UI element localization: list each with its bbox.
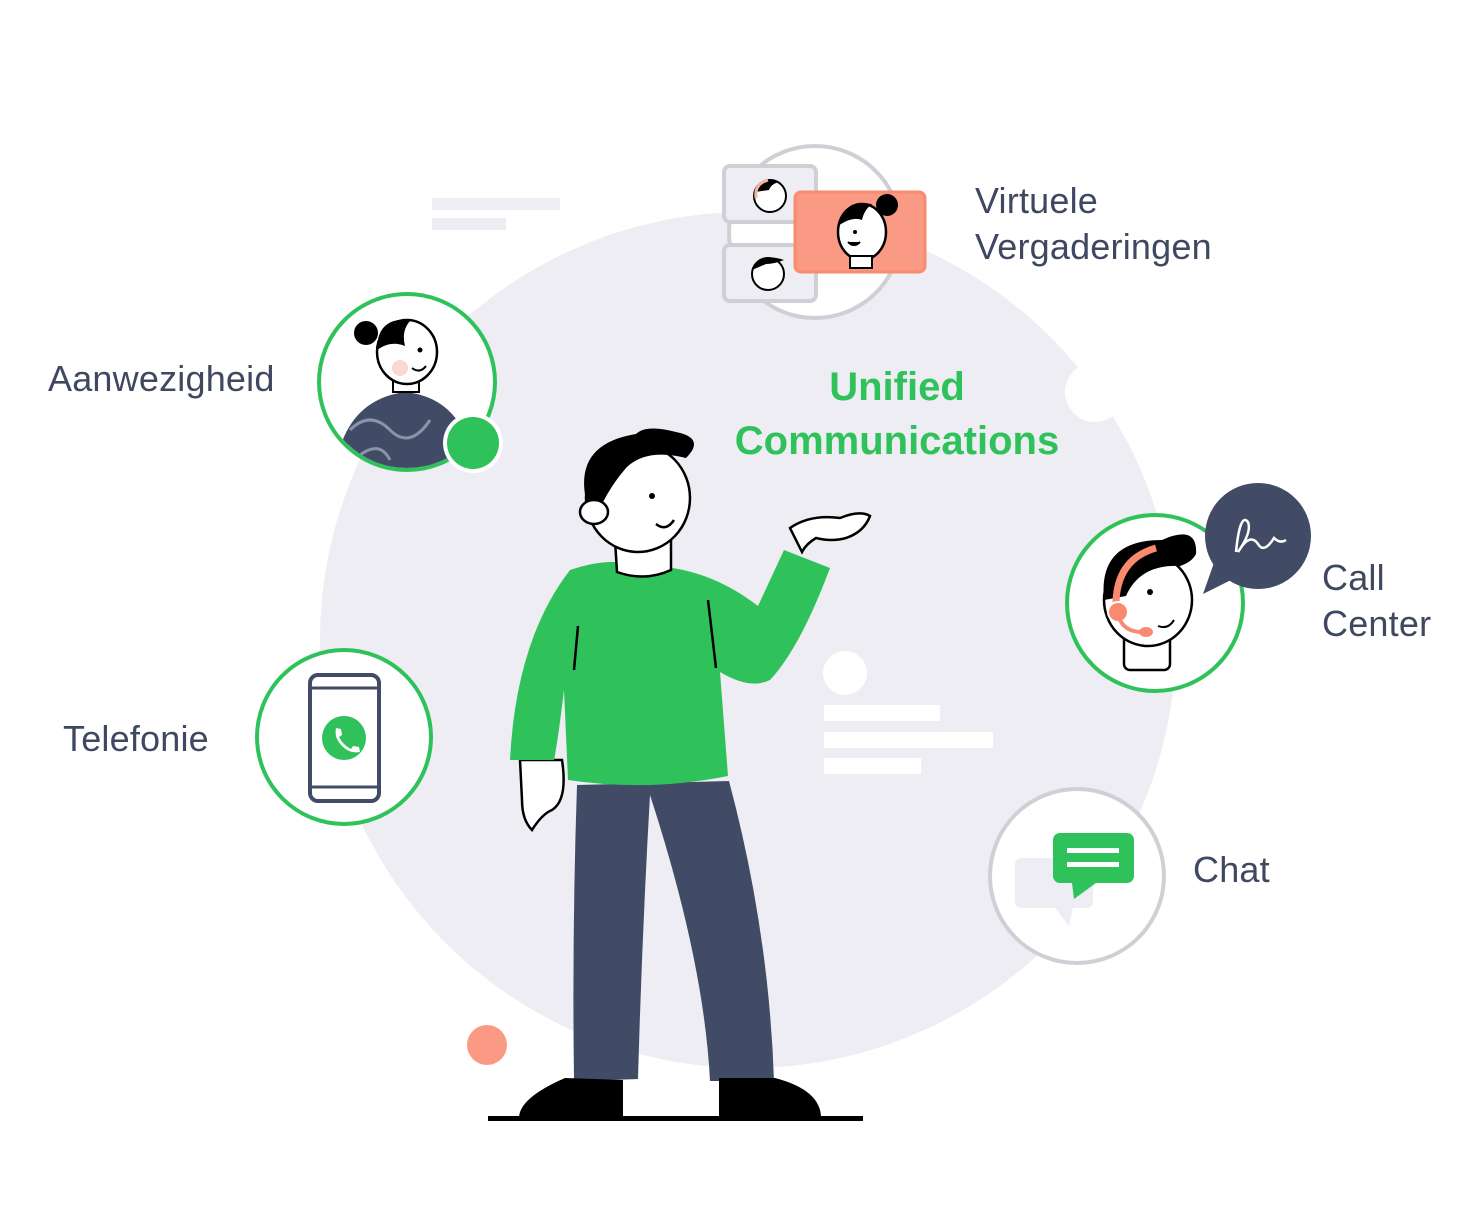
title-line-2: Communications xyxy=(734,419,1060,463)
label-virtual-meetings: Virtuele Vergaderingen xyxy=(975,178,1212,270)
label-chat: Chat xyxy=(1193,849,1270,890)
decor-notch xyxy=(1065,362,1125,422)
illustration xyxy=(255,144,1311,1121)
decor-dot xyxy=(467,1025,507,1065)
label-line-1: Call xyxy=(1322,557,1385,598)
chat-bubble-icon xyxy=(988,787,1166,965)
smartphone-call-icon xyxy=(255,648,433,826)
label-telephony: Telefonie xyxy=(63,718,209,759)
label-line-1: Virtuele xyxy=(975,180,1099,221)
label-line-2: Vergaderingen xyxy=(975,226,1212,267)
label-line-2: Center xyxy=(1322,603,1432,644)
presence-status-dot xyxy=(447,417,499,469)
decor-lines-top xyxy=(432,198,560,230)
label-call-center: Call Center xyxy=(1322,555,1431,647)
page-title: Unified Communications xyxy=(727,360,1067,468)
title-line-1: Unified xyxy=(829,365,965,409)
label-presence: Aanwezigheid xyxy=(48,358,275,399)
